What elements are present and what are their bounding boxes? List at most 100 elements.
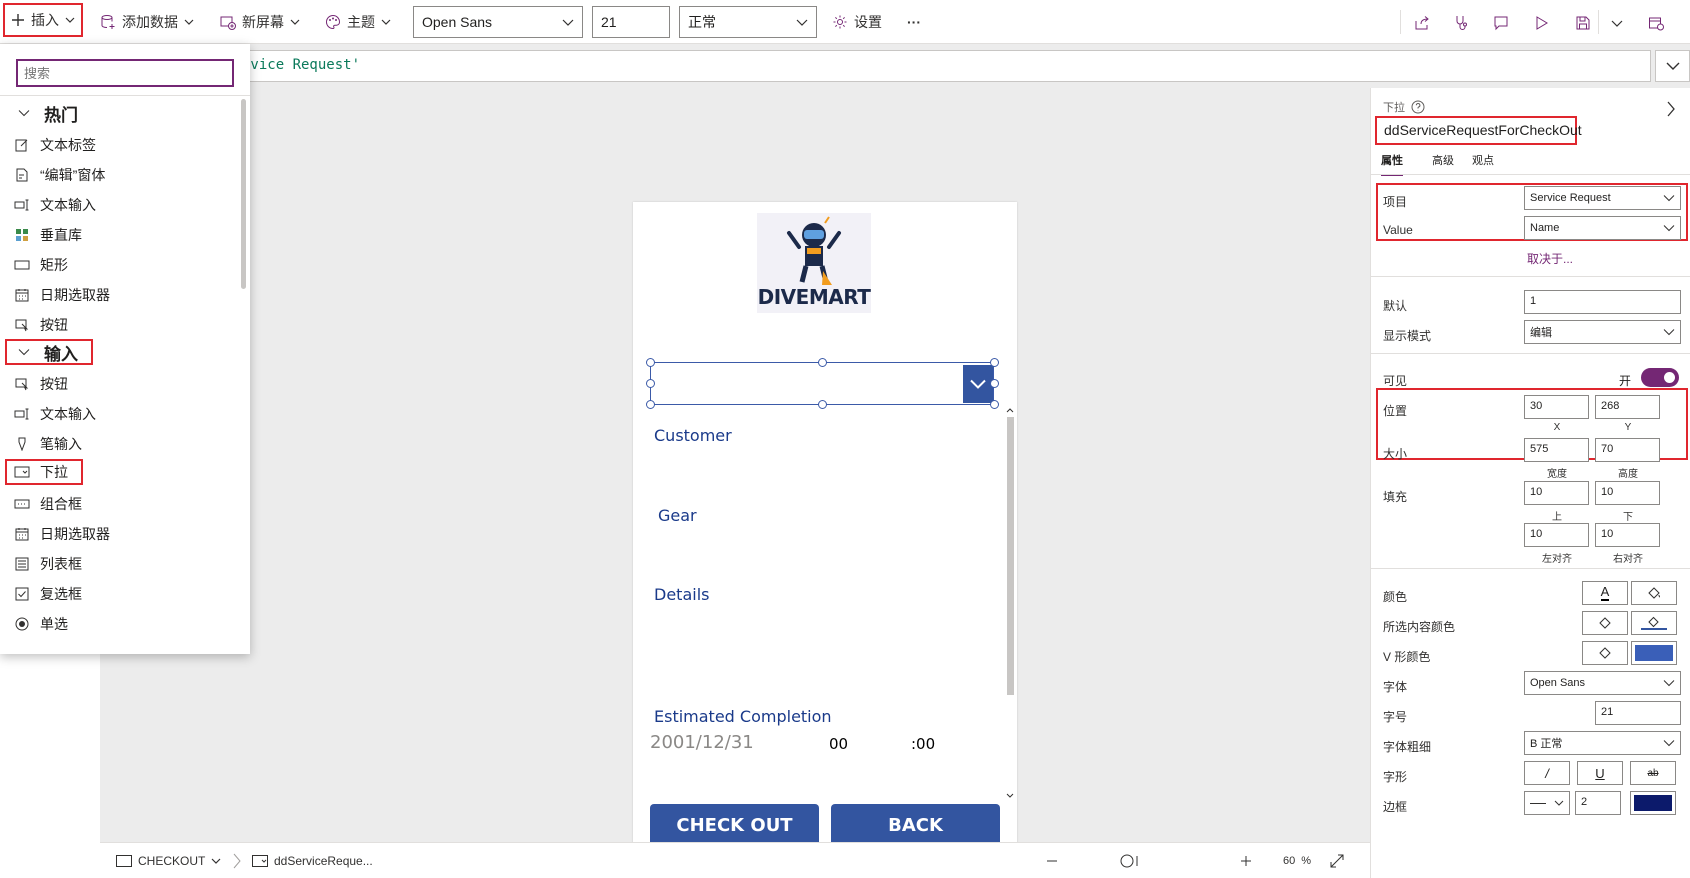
- dropdown-chevron-button[interactable]: [963, 365, 993, 403]
- insert-item-edit-form[interactable]: “编辑”窗体: [0, 160, 238, 190]
- formula-expand-button[interactable]: [1655, 50, 1690, 82]
- control-breadcrumb[interactable]: ddServiceReque...: [252, 843, 373, 878]
- pos-y-input[interactable]: 268: [1595, 395, 1660, 419]
- font-size-prop-input[interactable]: 21: [1595, 701, 1681, 725]
- insert-item-pen-input[interactable]: 笔输入: [0, 429, 238, 459]
- play-preview-icon[interactable]: [1530, 12, 1552, 34]
- height-input[interactable]: 70: [1595, 438, 1660, 462]
- resize-handle[interactable]: [646, 379, 655, 388]
- tab-advanced[interactable]: 高级: [1432, 152, 1454, 168]
- resize-handle[interactable]: [990, 400, 999, 409]
- resize-handle[interactable]: [646, 400, 655, 409]
- zoom-out-button[interactable]: [1046, 843, 1058, 878]
- width-input[interactable]: 575: [1524, 438, 1589, 462]
- insert-item-label[interactable]: 文本标签: [0, 130, 238, 160]
- input-section-header[interactable]: 输入: [5, 339, 93, 365]
- insert-item-input-text[interactable]: 文本输入: [0, 399, 238, 429]
- chevron-color-icon-button[interactable]: [1582, 641, 1628, 665]
- items-select[interactable]: Service Request: [1524, 186, 1681, 210]
- insert-item-input-date-picker[interactable]: 日期选取器: [0, 519, 238, 549]
- resize-handle[interactable]: [990, 379, 999, 388]
- insert-item-checkbox[interactable]: 复选框: [0, 579, 238, 609]
- back-button[interactable]: BACK: [831, 804, 1000, 847]
- fit-to-window-button[interactable]: [1330, 843, 1344, 878]
- tab-ideas[interactable]: 观点: [1472, 152, 1494, 168]
- app-checker-icon[interactable]: [1450, 12, 1472, 34]
- scrollbar-thumb[interactable]: [1007, 417, 1014, 695]
- insert-item-list-box[interactable]: 列表框: [0, 549, 238, 579]
- control-name-box[interactable]: ddServiceRequestForCheckOut: [1375, 116, 1582, 145]
- underline-button[interactable]: U: [1577, 761, 1623, 785]
- checkout-button[interactable]: CHECK OUT: [650, 804, 819, 847]
- hour-dropdown[interactable]: 00: [829, 735, 848, 753]
- zoom-in-button[interactable]: [1240, 843, 1252, 878]
- checkout-screen[interactable]: DIVEMART Customer Gear Details Estimated…: [633, 202, 1017, 878]
- insert-item-dropdown[interactable]: 下拉: [5, 459, 83, 485]
- resize-handle[interactable]: [646, 358, 655, 367]
- visible-toggle[interactable]: [1641, 368, 1679, 387]
- help-icon[interactable]: [1411, 100, 1425, 114]
- border-color-swatch[interactable]: [1630, 791, 1676, 815]
- control-name-text: ddServiceRequestForCheckOut: [1384, 122, 1582, 138]
- pad-bottom-input[interactable]: 10: [1595, 481, 1660, 505]
- publish-icon[interactable]: [1645, 12, 1667, 34]
- font-weight-select[interactable]: 正常: [679, 6, 817, 38]
- insert-item-button[interactable]: 按钮: [0, 310, 238, 340]
- popular-section-header[interactable]: 热门: [0, 98, 238, 128]
- selection-text-color-button[interactable]: [1582, 611, 1628, 635]
- insert-item-radio[interactable]: 单选: [0, 609, 238, 639]
- chevron-fill-swatch[interactable]: [1631, 641, 1677, 665]
- more-options-button[interactable]: ···: [907, 0, 921, 44]
- default-input[interactable]: 1: [1524, 290, 1681, 314]
- insert-item-input-button[interactable]: 按钮: [0, 369, 238, 399]
- zoom-slider[interactable]: [1120, 843, 1142, 878]
- theme-button[interactable]: 主题: [325, 0, 391, 44]
- pad-right-input[interactable]: 10: [1595, 523, 1660, 547]
- save-chevron-icon[interactable]: [1606, 12, 1628, 34]
- resize-handle[interactable]: [990, 358, 999, 367]
- pad-right-value: 10: [1601, 528, 1614, 540]
- comments-icon[interactable]: [1490, 12, 1512, 34]
- resize-handle[interactable]: [818, 400, 827, 409]
- fill-color-button[interactable]: [1631, 581, 1677, 605]
- value-select[interactable]: Name: [1524, 216, 1681, 240]
- date-picker[interactable]: 2001/12/31: [650, 732, 754, 753]
- insert-menu-button[interactable]: 插入: [3, 3, 83, 37]
- insert-item-date-picker[interactable]: 日期选取器: [0, 280, 238, 310]
- font-family-select[interactable]: Open Sans: [413, 6, 583, 38]
- pos-x-input[interactable]: 30: [1524, 395, 1589, 419]
- formula-bar[interactable]: rvice Request': [233, 50, 1651, 82]
- selection-color-bar: [1641, 628, 1667, 630]
- save-icon[interactable]: [1572, 12, 1594, 34]
- border-width-input[interactable]: 2: [1575, 791, 1621, 815]
- screen-breadcrumb[interactable]: CHECKOUT: [116, 843, 221, 878]
- font-select[interactable]: Open Sans: [1524, 671, 1681, 695]
- insert-item-rectangle[interactable]: 矩形: [0, 250, 238, 280]
- strikethrough-button[interactable]: ab: [1630, 761, 1676, 785]
- font-size-input[interactable]: 21: [592, 6, 670, 38]
- form-scrollbar[interactable]: [1006, 407, 1014, 799]
- insert-item-text-input[interactable]: 文本输入: [0, 190, 238, 220]
- italic-button[interactable]: /: [1524, 761, 1570, 785]
- chevron-right-icon[interactable]: [1666, 101, 1676, 117]
- border-style-select[interactable]: [1524, 791, 1570, 815]
- tab-properties[interactable]: 属性: [1381, 152, 1403, 176]
- share-icon[interactable]: [1411, 12, 1433, 34]
- add-data-button[interactable]: 添加数据: [100, 0, 194, 44]
- panel-scrollbar[interactable]: [241, 99, 246, 289]
- resize-handle[interactable]: [818, 358, 827, 367]
- depends-on-link[interactable]: 取决于...: [1527, 250, 1573, 267]
- pad-left-input[interactable]: 10: [1524, 523, 1589, 547]
- insert-search-input[interactable]: [16, 59, 234, 87]
- insert-item-gallery[interactable]: 垂直库: [0, 220, 238, 250]
- text-color-button[interactable]: A: [1582, 581, 1628, 605]
- font-weight-prop-select[interactable]: B 正常: [1524, 731, 1681, 755]
- settings-button[interactable]: 设置: [832, 0, 882, 44]
- insert-item-combo-box[interactable]: 组合框: [0, 489, 238, 519]
- pad-top-input[interactable]: 10: [1524, 481, 1589, 505]
- display-mode-select[interactable]: 编辑: [1524, 320, 1681, 344]
- service-request-dropdown[interactable]: [650, 362, 994, 405]
- minute-dropdown[interactable]: :00: [911, 735, 935, 753]
- new-screen-button[interactable]: 新屏幕: [220, 0, 300, 44]
- selection-fill-color-button[interactable]: [1631, 611, 1677, 635]
